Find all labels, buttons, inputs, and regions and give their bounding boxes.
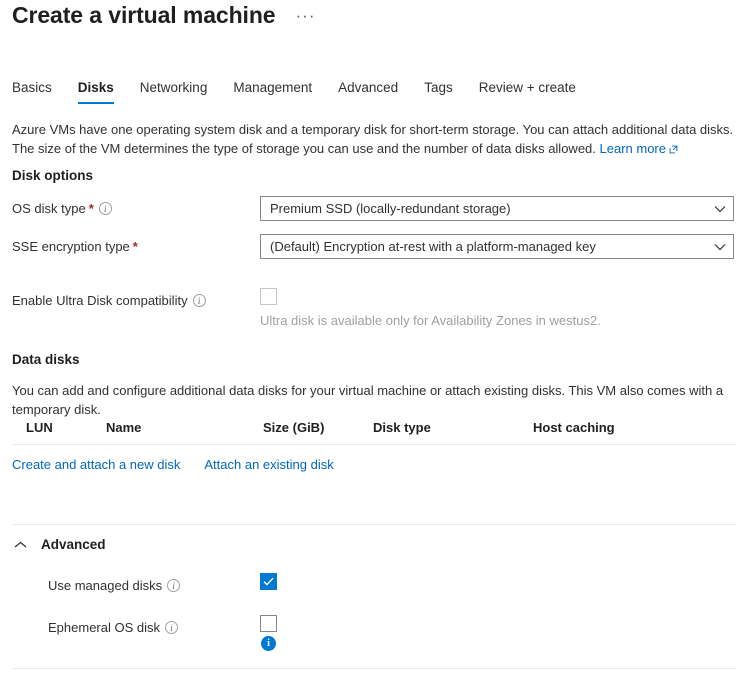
data-disks-heading: Data disks bbox=[12, 352, 80, 367]
bottom-divider bbox=[12, 668, 736, 669]
column-header-size: Size (GiB) bbox=[263, 420, 325, 435]
column-header-lun: LUN bbox=[26, 420, 53, 435]
ultra-disk-label: Enable Ultra Disk compatibility i bbox=[12, 288, 260, 308]
os-disk-type-info-icon[interactable]: i bbox=[98, 202, 112, 215]
create-and-attach-new-disk-link[interactable]: Create and attach a new disk bbox=[12, 457, 180, 472]
intro-text: Azure VMs have one operating system disk… bbox=[12, 120, 737, 159]
os-disk-type-required-marker: * bbox=[88, 201, 94, 216]
tab-disks[interactable]: Disks bbox=[65, 80, 127, 104]
checkmark-icon bbox=[263, 577, 274, 586]
ephemeral-os-disk-control: i bbox=[260, 615, 277, 651]
learn-more-label: Learn more bbox=[599, 141, 666, 156]
learn-more-link[interactable]: Learn more bbox=[600, 141, 678, 156]
data-disks-table: LUN Name Size (GiB) Disk type Host cachi… bbox=[12, 420, 736, 472]
use-managed-disks-row: Use managed disks i bbox=[48, 573, 738, 593]
os-disk-type-label-text: OS disk type bbox=[12, 201, 86, 216]
use-managed-disks-checkbox[interactable] bbox=[260, 573, 277, 590]
use-managed-disks-label: Use managed disks i bbox=[48, 573, 260, 593]
advanced-section-title: Advanced bbox=[41, 537, 106, 552]
chevron-down-icon bbox=[714, 239, 726, 254]
ultra-disk-row: Enable Ultra Disk compatibility i Ultra … bbox=[12, 288, 742, 328]
chevron-down-icon bbox=[714, 201, 726, 216]
data-disks-actions: Create and attach a new disk Attach an e… bbox=[12, 445, 736, 472]
os-disk-type-label: OS disk type * i bbox=[12, 196, 260, 216]
tab-advanced[interactable]: Advanced bbox=[325, 80, 411, 104]
tab-tags[interactable]: Tags bbox=[411, 80, 466, 104]
ultra-disk-label-text: Enable Ultra Disk compatibility bbox=[12, 293, 188, 308]
os-disk-type-row: OS disk type * i Premium SSD (locally-re… bbox=[12, 196, 742, 221]
sse-encryption-type-row: SSE encryption type * (Default) Encrypti… bbox=[12, 234, 742, 259]
ephemeral-os-disk-info-badge[interactable]: i bbox=[261, 636, 276, 651]
ephemeral-os-disk-info-icon[interactable]: i bbox=[165, 621, 178, 634]
ultra-disk-info-icon[interactable]: i bbox=[192, 294, 206, 307]
ephemeral-os-disk-row: Ephemeral OS disk i i bbox=[48, 615, 738, 651]
ultra-disk-checkbox[interactable] bbox=[260, 288, 277, 305]
advanced-section-divider bbox=[12, 524, 736, 525]
tab-networking[interactable]: Networking bbox=[127, 80, 221, 104]
sse-encryption-type-dropdown[interactable]: (Default) Encryption at-rest with a plat… bbox=[260, 234, 734, 259]
title-row: Create a virtual machine ··· bbox=[12, 2, 319, 29]
column-header-disk-type: Disk type bbox=[373, 420, 431, 435]
ephemeral-os-disk-label-text: Ephemeral OS disk bbox=[48, 620, 160, 635]
attach-existing-disk-link[interactable]: Attach an existing disk bbox=[204, 457, 333, 472]
sse-encryption-type-value: (Default) Encryption at-rest with a plat… bbox=[270, 239, 596, 254]
page-title: Create a virtual machine bbox=[12, 2, 276, 28]
use-managed-disks-info-icon[interactable]: i bbox=[167, 579, 181, 592]
sse-encryption-type-label: SSE encryption type * bbox=[12, 234, 260, 254]
chevron-up-icon bbox=[14, 537, 27, 552]
tab-management[interactable]: Management bbox=[220, 80, 325, 104]
more-options-button[interactable]: ··· bbox=[292, 7, 320, 24]
ephemeral-os-disk-checkbox[interactable] bbox=[260, 615, 277, 632]
advanced-section-toggle[interactable]: Advanced bbox=[14, 537, 106, 552]
os-disk-type-value: Premium SSD (locally-redundant storage) bbox=[270, 201, 511, 216]
tab-review-create[interactable]: Review + create bbox=[466, 80, 589, 104]
ultra-disk-hint: Ultra disk is available only for Availab… bbox=[260, 313, 601, 328]
os-disk-type-dropdown[interactable]: Premium SSD (locally-redundant storage) bbox=[260, 196, 734, 221]
ultra-disk-control: Ultra disk is available only for Availab… bbox=[260, 288, 601, 328]
sse-encryption-type-required-marker: * bbox=[132, 239, 138, 254]
wizard-tabs: Basics Disks Networking Management Advan… bbox=[12, 80, 589, 104]
data-disks-description: You can add and configure additional dat… bbox=[12, 383, 724, 417]
external-link-icon bbox=[669, 140, 678, 159]
sse-encryption-type-label-text: SSE encryption type bbox=[12, 239, 130, 254]
data-disks-table-header: LUN Name Size (GiB) Disk type Host cachi… bbox=[12, 420, 736, 445]
tab-basics[interactable]: Basics bbox=[12, 80, 65, 104]
column-header-host-caching: Host caching bbox=[533, 420, 615, 435]
use-managed-disks-label-text: Use managed disks bbox=[48, 578, 163, 593]
create-vm-disks-page: Create a virtual machine ··· Basics Disk… bbox=[0, 0, 752, 678]
disk-options-heading: Disk options bbox=[12, 168, 94, 183]
column-header-name: Name bbox=[106, 420, 142, 435]
ephemeral-os-disk-label: Ephemeral OS disk i bbox=[48, 615, 260, 635]
